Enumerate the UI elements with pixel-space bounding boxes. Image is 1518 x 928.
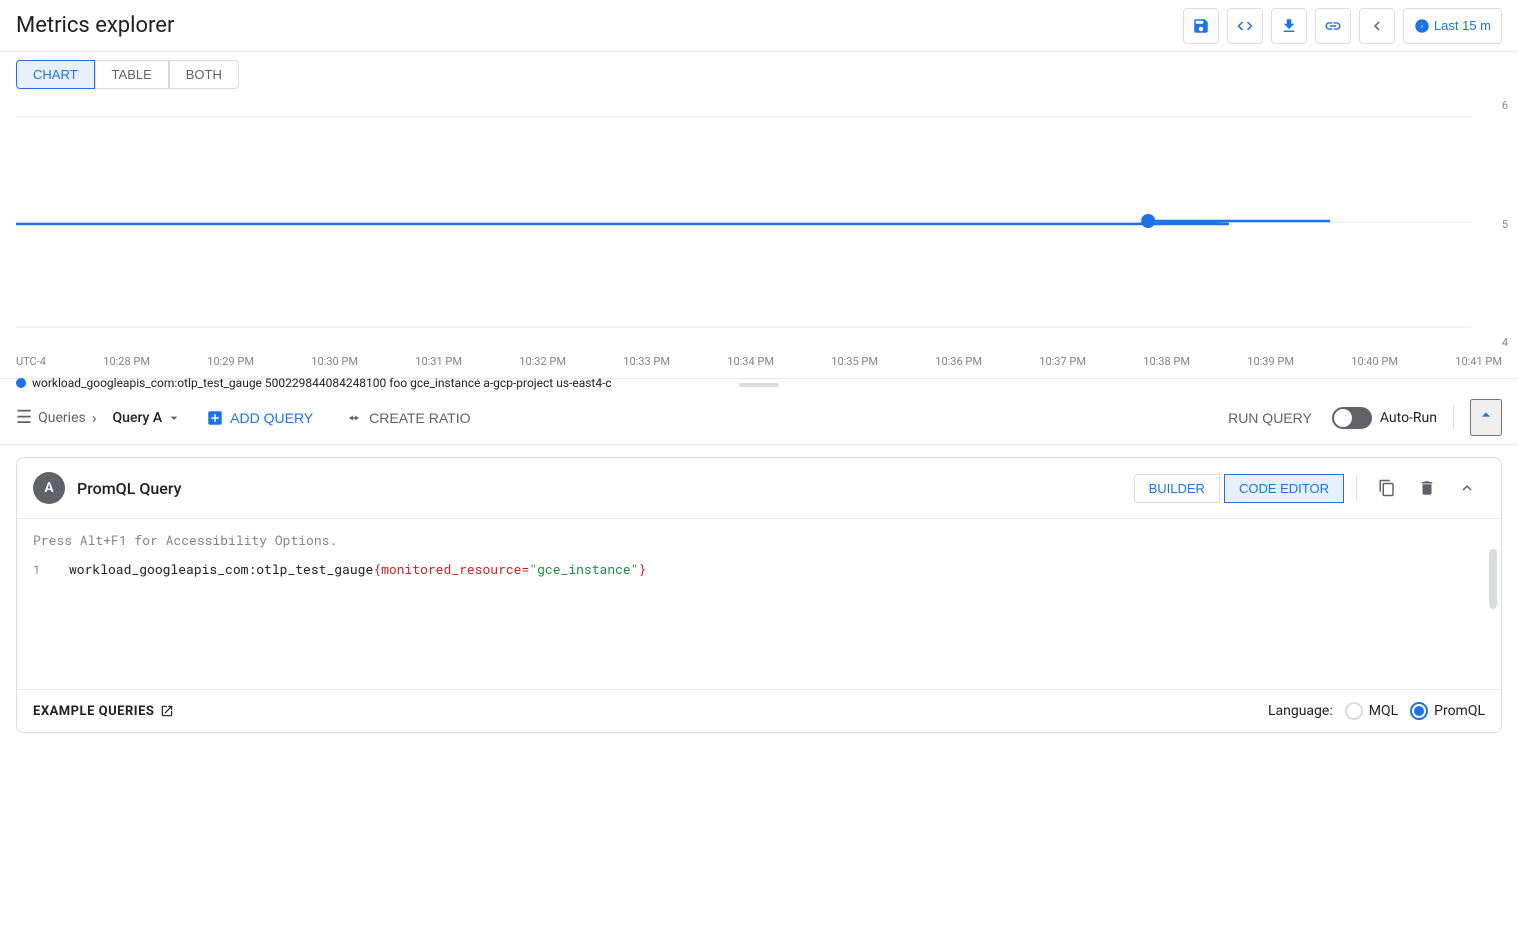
code-line-1: 1 workload_googleapis_com:otlp_test_gaug… [17,557,1501,582]
code-editor[interactable]: Press Alt+F1 for Accessibility Options. … [17,519,1501,689]
share-icon-button[interactable] [1315,8,1351,44]
y-label-5: 5 [1502,218,1508,231]
back-icon-button[interactable] [1359,8,1395,44]
y-label-6: 6 [1502,99,1508,112]
query-panel-footer: EXAMPLE QUERIES Language: MQL PromQL [17,689,1501,732]
mql-radio[interactable]: MQL [1345,702,1398,720]
divider [1453,406,1454,430]
query-breadcrumb: ☰ Queries › [16,407,97,428]
x-label-4: 10:31 PM [415,355,462,368]
auto-run-label: Auto-Run [1380,410,1437,426]
view-tabs: CHART TABLE BOTH [0,52,1518,89]
x-label-2: 10:29 PM [207,355,254,368]
promql-radio-inner [1414,706,1424,716]
create-ratio-button[interactable]: CREATE RATIO [337,405,478,431]
delete-button[interactable] [1409,470,1445,506]
chart-svg [16,97,1502,347]
query-avatar: A [33,472,65,504]
copy-button[interactable] [1369,470,1405,506]
add-query-label: ADD QUERY [230,410,313,426]
code-brace-open: { [373,559,381,580]
legend-text: workload_googleapis_com:otlp_test_gauge … [32,376,612,390]
x-label-9: 10:36 PM [935,355,982,368]
query-panel-title: PromQL Query [77,479,1122,498]
ratio-icon [345,409,363,427]
promql-label: PromQL [1434,703,1485,719]
chart-area: 6 5 4 UTC-4 10:28 PM 10:29 PM 10:30 PM 1… [0,89,1518,379]
x-label-6: 10:33 PM [623,355,670,368]
example-queries-link[interactable]: EXAMPLE QUERIES [33,704,174,719]
auto-run-toggle: Auto-Run [1332,407,1437,429]
app-header: Metrics explorer Last 15 m [0,0,1518,52]
code-prefix: workload_googleapis_com:otlp_test_gauge [69,559,373,580]
x-label-7: 10:34 PM [727,355,774,368]
line-number: 1 [33,561,57,580]
save-icon-button[interactable] [1183,8,1219,44]
x-label-14: 10:41 PM [1455,355,1502,368]
query-bar: ☰ Queries › Query A ADD QUERY CREATE RAT… [0,391,1518,445]
accessibility-hint: Press Alt+F1 for Accessibility Options. [17,527,1501,557]
add-query-button[interactable]: ADD QUERY [198,405,321,431]
mql-label: MQL [1369,703,1398,719]
query-panel: A PromQL Query BUILDER CODE EDITOR Press… [16,457,1502,733]
x-label-1: 10:28 PM [103,355,150,368]
x-label-11: 10:38 PM [1143,355,1190,368]
tab-table[interactable]: TABLE [95,60,169,89]
mql-radio-outer [1345,702,1363,720]
chevron-down-icon [166,410,182,426]
run-query-button[interactable]: RUN QUERY [1220,406,1320,430]
legend-dot [16,378,26,388]
query-selector-label: Query A [113,410,163,426]
y-label-4: 4 [1502,336,1508,349]
code-editor-button[interactable]: CODE EDITOR [1224,474,1344,503]
tab-chart[interactable]: CHART [16,60,95,89]
x-label-8: 10:35 PM [831,355,878,368]
chart-legend: workload_googleapis_com:otlp_test_gauge … [16,372,1502,398]
chart-x-labels: UTC-4 10:28 PM 10:29 PM 10:30 PM 10:31 P… [16,351,1502,372]
x-label-12: 10:39 PM [1247,355,1294,368]
panel-actions: BUILDER CODE EDITOR [1134,470,1485,506]
x-label-5: 10:32 PM [519,355,566,368]
add-icon [206,409,224,427]
x-label-utc: UTC-4 [16,355,46,368]
collapse-button[interactable] [1470,399,1502,436]
x-label-3: 10:30 PM [311,355,358,368]
header-actions: Last 15 m [1183,8,1502,44]
x-label-10: 10:37 PM [1039,355,1086,368]
code-brace-close: } [639,559,647,580]
time-range-label: Last 15 m [1434,18,1491,33]
builder-button[interactable]: BUILDER [1134,474,1220,503]
language-label: Language: [1268,703,1333,719]
code-icon-button[interactable] [1227,8,1263,44]
download-icon-button[interactable] [1271,8,1307,44]
page-title: Metrics explorer [16,13,174,38]
code-eq: = [522,559,530,580]
chart-y-labels: 6 5 4 [1502,99,1508,349]
language-selector: Language: MQL PromQL [1268,702,1485,720]
promql-radio-outer [1410,702,1428,720]
breadcrumb-chevron: › [92,408,97,427]
query-selector[interactable]: Query A [113,410,183,426]
collapse-panel-button[interactable] [1449,470,1485,506]
tab-both[interactable]: BOTH [169,60,239,89]
time-range-button[interactable]: Last 15 m [1403,8,1502,44]
queries-list-icon: ☰ [16,407,32,428]
panel-divider [1356,476,1357,500]
create-ratio-label: CREATE RATIO [369,410,470,426]
scrollbar-thumb[interactable] [1489,549,1497,609]
auto-run-track[interactable] [1332,407,1372,429]
example-queries-label: EXAMPLE QUERIES [33,704,154,719]
x-label-13: 10:40 PM [1351,355,1398,368]
query-panel-header: A PromQL Query BUILDER CODE EDITOR [17,458,1501,519]
query-bar-right: RUN QUERY Auto-Run [1220,399,1502,436]
auto-run-thumb [1334,409,1352,427]
promql-radio[interactable]: PromQL [1410,702,1485,720]
code-attr: monitored_resource [381,559,521,580]
code-value: "gce_instance" [529,559,638,580]
queries-label: Queries [38,410,86,426]
external-link-icon [160,704,174,718]
